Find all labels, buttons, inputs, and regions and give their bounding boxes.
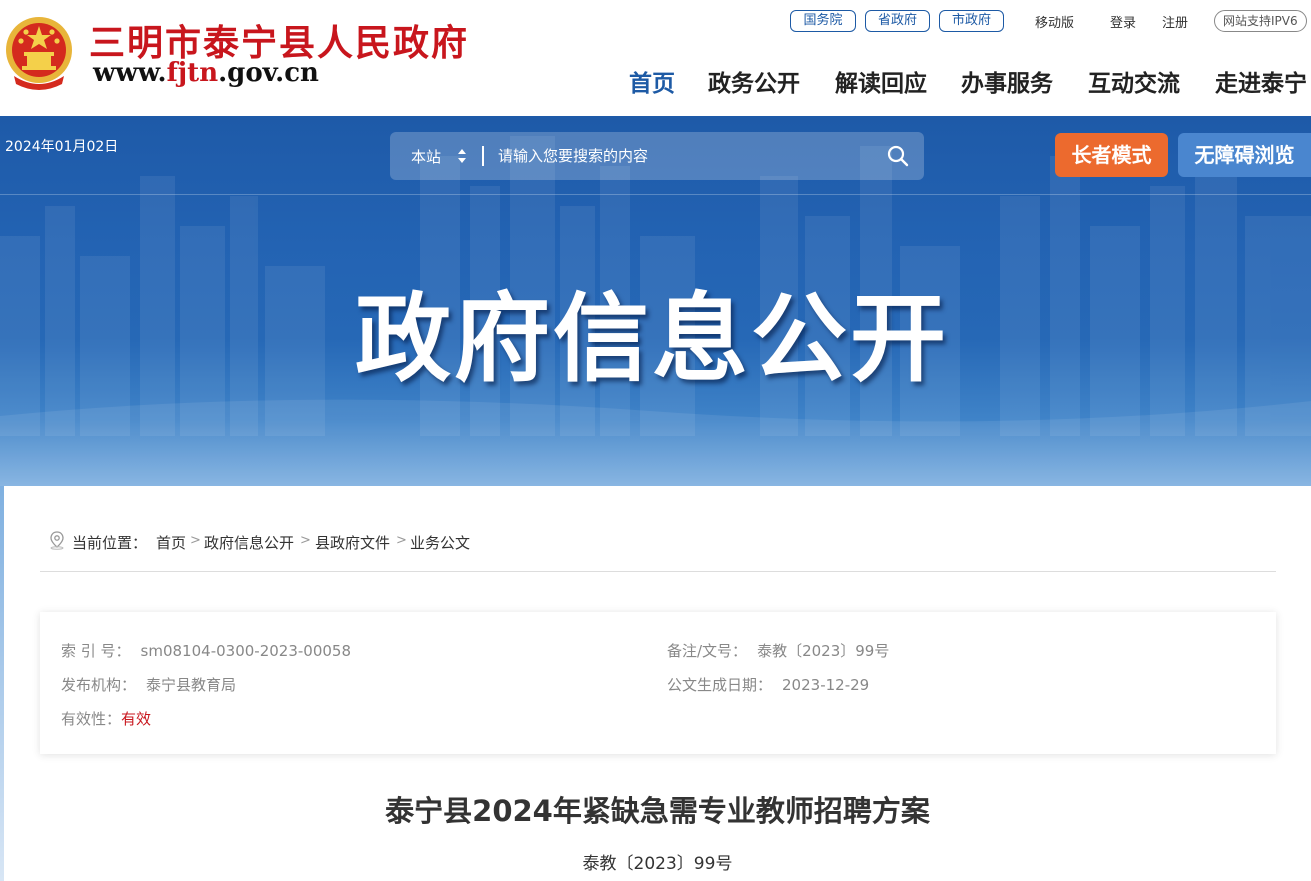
meta-publisher-label: 发布机构： <box>61 676 137 694</box>
main-nav: 首页 政务公开 解读回应 办事服务 互动交流 走进泰宁 <box>0 64 1311 98</box>
sort-arrows-icon[interactable] <box>456 146 468 166</box>
meta-publisher: 发布机构： 泰宁县教育局 <box>61 674 236 695</box>
document-title: 泰宁县2024年紧缺急需专业教师招聘方案 <box>385 794 930 828</box>
meta-validity: 有效性：有效 <box>61 708 151 729</box>
meta-date: 公文生成日期： 2023-12-29 <box>667 674 869 695</box>
register-link[interactable]: 注册 <box>1162 12 1188 31</box>
current-date: 2024年01月02日 <box>5 139 119 155</box>
ipv6-badge: 网站支持IPV6 <box>1214 10 1307 32</box>
meta-index-value: sm08104-0300-2023-00058 <box>140 642 351 660</box>
breadcrumb-divider <box>40 571 1276 572</box>
nav-home[interactable]: 首页 <box>629 64 675 98</box>
meta-validity-label: 有效性： <box>61 710 122 728</box>
search-box: 本站 <box>390 132 924 180</box>
login-link[interactable]: 登录 <box>1110 12 1136 31</box>
meta-publisher-value: 泰宁县教育局 <box>146 676 237 694</box>
document-meta-card: 索 引 号： sm08104-0300-2023-00058 备注/文号： 泰教〔2… <box>40 612 1276 754</box>
breadcrumb-separator: > <box>190 533 201 548</box>
search-icon[interactable] <box>886 144 910 168</box>
meta-doc-number: 备注/文号： 泰教〔2023〕99号 <box>667 640 889 661</box>
meta-index-label: 索 引 号： <box>61 642 131 660</box>
search-separator <box>482 146 484 166</box>
mobile-version-link[interactable]: 移动版 <box>1035 12 1074 31</box>
nav-interaction[interactable]: 互动交流 <box>1088 64 1180 98</box>
elder-mode-button[interactable]: 长者模式 <box>1055 133 1168 177</box>
banner: 2024年01月02日 本站 长者模式 无障碍浏览 政府信息公开 <box>0 116 1311 486</box>
link-province-gov[interactable]: 省政府 <box>865 10 930 32</box>
accessibility-button[interactable]: 无障碍浏览 <box>1178 133 1311 177</box>
link-state-council[interactable]: 国务院 <box>790 10 856 32</box>
nav-about-taining[interactable]: 走进泰宁 <box>1215 64 1307 98</box>
meta-doc-number-value: 泰教〔2023〕99号 <box>757 642 890 660</box>
meta-doc-number-label: 备注/文号： <box>667 642 748 660</box>
search-input[interactable] <box>498 141 868 171</box>
main-content: 当前位置： 首页 > 政府信息公开 > 县政府文件 > 业务公文 索 引 号： s… <box>4 486 1311 881</box>
breadcrumb-separator: > <box>396 533 407 548</box>
breadcrumb-separator: > <box>300 533 311 548</box>
breadcrumb-label: 当前位置： <box>72 534 148 552</box>
meta-index: 索 引 号： sm08104-0300-2023-00058 <box>61 640 351 661</box>
link-city-gov[interactable]: 市政府 <box>939 10 1004 32</box>
breadcrumb-home[interactable]: 首页 <box>156 532 186 553</box>
banner-divider <box>0 194 1311 195</box>
site-header: 三明市泰宁县人民政府 www.fjtn.gov.cn 国务院 省政府 市政府 移… <box>0 0 1311 116</box>
meta-date-label: 公文生成日期： <box>667 676 773 694</box>
search-scope-select[interactable]: 本站 <box>411 146 441 167</box>
breadcrumb-business-docs[interactable]: 业务公文 <box>410 532 470 553</box>
location-pin-icon <box>50 531 64 550</box>
top-links: 国务院 省政府 市政府 移动版 登录 注册 网站支持IPV6 <box>0 10 1311 34</box>
nav-services[interactable]: 办事服务 <box>961 64 1053 98</box>
nav-gov-affairs[interactable]: 政务公开 <box>708 64 800 98</box>
document-number: 泰教〔2023〕99号 <box>582 854 733 874</box>
meta-date-value: 2023-12-29 <box>782 676 870 694</box>
breadcrumb-gov-info[interactable]: 政府信息公开 <box>204 532 294 553</box>
nav-interpretation[interactable]: 解读回应 <box>835 64 927 98</box>
banner-title: 政府信息公开 <box>355 283 949 395</box>
breadcrumb-county-docs[interactable]: 县政府文件 <box>315 532 390 553</box>
meta-validity-value: 有效 <box>121 710 152 728</box>
